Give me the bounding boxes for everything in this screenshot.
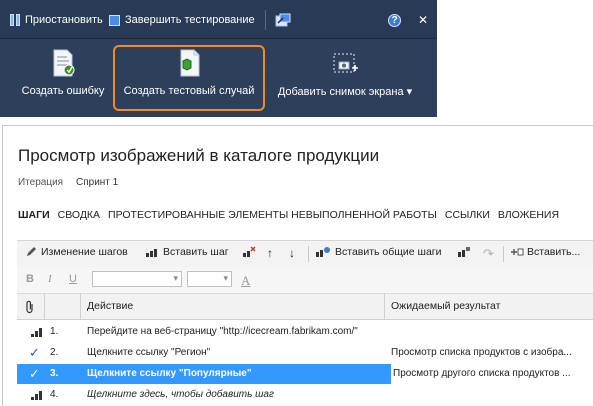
- shared-steps-icon: [316, 247, 330, 257]
- insert-parameter-button[interactable]: Вставить...: [510, 246, 580, 258]
- step-number: 4.: [50, 389, 59, 400]
- pause-label: Приостановить: [25, 14, 103, 26]
- pause-button[interactable]: Приостановить: [10, 11, 103, 29]
- insert-step-icon: [146, 249, 157, 257]
- insert-parameter-label: Вставить...: [527, 246, 581, 258]
- font-size-select[interactable]: [187, 271, 232, 287]
- passed-step-icon: ✓: [29, 366, 40, 381]
- end-testing-button[interactable]: Завершить тестирование: [109, 11, 255, 29]
- step-expected[interactable]: Просмотр списка продуктов с изобра...: [391, 347, 591, 358]
- close-button[interactable]: ✕: [418, 11, 428, 29]
- step-number: 3.: [50, 368, 59, 379]
- create-shared-steps-icon: [458, 247, 470, 257]
- font-family-select[interactable]: [92, 271, 182, 287]
- table-row[interactable]: 1. Перейдите на веб-страницу "http://ice…: [17, 322, 593, 342]
- help-button[interactable]: ?: [388, 11, 401, 29]
- stop-icon: [109, 14, 120, 26]
- italic-button[interactable]: I: [48, 273, 52, 285]
- redo-icon: ↷: [483, 246, 494, 261]
- passed-step-icon: ✓: [29, 345, 40, 360]
- toolbar-separator: [308, 246, 309, 262]
- column-separator: [44, 294, 45, 319]
- create-test-case-label: Создать тестовый случай: [123, 85, 255, 97]
- create-shared-steps-button[interactable]: [457, 246, 471, 258]
- step-expected[interactable]: Просмотр другого списка продуктов ...: [391, 364, 593, 384]
- page-title: Просмотр изображений в каталоге продукци…: [18, 146, 380, 165]
- delete-step-button[interactable]: [242, 246, 256, 258]
- move-down-button[interactable]: ↓: [289, 246, 295, 260]
- dock-window-icon: [275, 13, 291, 27]
- step-number: 2.: [50, 347, 59, 358]
- insert-step-button[interactable]: Вставить шаг: [145, 246, 229, 258]
- delete-step-icon: [243, 246, 256, 257]
- pause-icon: [10, 14, 22, 26]
- tab-steps[interactable]: ШАГИ: [18, 209, 50, 221]
- end-testing-label: Завершить тестирование: [125, 14, 255, 26]
- step-action[interactable]: Перейдите на веб-страницу "http://icecre…: [87, 326, 358, 337]
- table-row[interactable]: ✓ 2. Щелкните ссылку "Регион" Просмотр с…: [17, 343, 593, 363]
- iteration-label: Итерация: [18, 177, 64, 188]
- bold-button[interactable]: B: [26, 273, 34, 285]
- toolbar-separator: [265, 10, 266, 30]
- edit-steps-label: Изменение шагов: [41, 246, 128, 258]
- iteration-value[interactable]: Спринт 1: [76, 177, 118, 188]
- create-bug-label: Создать ошибку: [21, 85, 105, 97]
- tab-links[interactable]: ССЫЛКИ: [445, 209, 490, 221]
- add-screenshot-button[interactable]: Добавить снимок экрана ▾: [268, 48, 422, 110]
- add-screenshot-icon: [333, 53, 358, 73]
- redo-button[interactable]: ↷: [483, 246, 494, 262]
- edit-steps-button[interactable]: Изменение шагов: [25, 246, 128, 258]
- attachment-icon: [26, 300, 33, 314]
- formatting-toolbar: B I U A: [17, 267, 593, 294]
- close-icon: ✕: [418, 13, 429, 27]
- create-bug-icon: [53, 49, 75, 77]
- table-row-selected[interactable]: ✓ 3. Щелкните ссылку "Популярные" Просмо…: [17, 364, 593, 384]
- tab-tested-backlog-items[interactable]: ПРОТЕСТИРОВАННЫЕ ЭЛЕМЕНТЫ НЕВЫПОЛНЕННОЙ …: [108, 209, 437, 221]
- column-separator: [80, 294, 81, 319]
- insert-shared-steps-label: Вставить общие шаги: [335, 246, 442, 258]
- font-color-button[interactable]: A: [241, 273, 250, 289]
- table-row[interactable]: 4. Щелкните здесь, чтобы добавить шаг: [17, 385, 593, 405]
- dock-window-button[interactable]: [275, 11, 291, 29]
- column-header-action[interactable]: Действие: [87, 300, 133, 312]
- arrow-down-icon: ↓: [289, 246, 295, 260]
- add-screenshot-label: Добавить снимок экрана ▾: [277, 86, 413, 98]
- insert-shared-steps-button[interactable]: Вставить общие шаги: [315, 246, 442, 258]
- underline-button[interactable]: U: [69, 273, 77, 285]
- move-up-button[interactable]: ↑: [267, 246, 273, 260]
- steps-grid-header: Действие Ожидаемый результат: [17, 294, 593, 320]
- create-bug-button[interactable]: Создать ошибку: [17, 48, 109, 110]
- insert-step-label: Вставить шаг: [163, 246, 229, 258]
- pencil-icon: [27, 247, 36, 256]
- step-icon: [31, 391, 43, 400]
- column-header-expected[interactable]: Ожидаемый результат: [391, 300, 500, 312]
- toolbar-separator: [503, 246, 504, 262]
- step-action[interactable]: Щелкните ссылку "Популярные": [87, 368, 252, 379]
- arrow-up-icon: ↑: [267, 246, 273, 260]
- add-step-placeholder[interactable]: Щелкните здесь, чтобы добавить шаг: [87, 389, 274, 400]
- create-test-case-icon: [180, 49, 200, 77]
- create-test-case-button[interactable]: Создать тестовый случай: [119, 48, 259, 110]
- column-separator: [384, 294, 385, 319]
- help-icon: ?: [388, 13, 401, 27]
- tab-strip: ШАГИ СВОДКА ПРОТЕСТИРОВАННЫЕ ЭЛЕМЕНТЫ НЕ…: [18, 209, 559, 221]
- insert-parameter-icon: [511, 248, 524, 256]
- tab-summary[interactable]: СВОДКА: [58, 209, 100, 221]
- step-icon: [31, 328, 43, 337]
- step-action[interactable]: Щелкните ссылку "Регион": [87, 347, 210, 358]
- steps-toolbar: Изменение шагов Вставить шаг ↑ ↓ Вставит…: [17, 240, 593, 268]
- tab-attachments[interactable]: ВЛОЖЕНИЯ: [498, 209, 559, 221]
- step-number: 1.: [50, 326, 59, 337]
